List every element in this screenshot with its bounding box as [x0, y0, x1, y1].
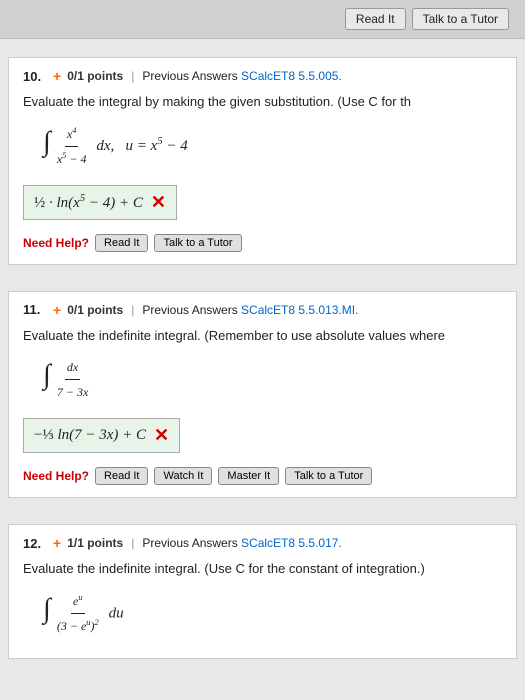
fraction-11: dx 7 − 3x [55, 355, 90, 404]
question-10-integral: ∫ x4 x5 − 4 dx, u = x5 − 4 [43, 122, 502, 171]
question-12-header: 12. + 1/1 points | Previous Answers SCal… [23, 535, 502, 551]
need-help-10: Need Help? Read It Talk to a Tutor [23, 234, 502, 252]
question-11-integral: ∫ dx 7 − 3x [43, 355, 502, 404]
points-12: 1/1 points [67, 536, 123, 550]
answer-box-10: ½ · ln(x5 − 4) + C ✕ [23, 185, 177, 220]
question-10-text: Evaluate the integral by making the give… [23, 92, 502, 112]
prev-answers-12: Previous Answers SCalcET8 5.5.017. [142, 536, 341, 550]
read-it-button-top[interactable]: Read It [345, 8, 406, 30]
question-11-block: 11. + 0/1 points | Previous Answers SCal… [8, 291, 517, 499]
answer-box-11: −⅓ ln(7 − 3x) + C ✕ [23, 418, 180, 453]
fraction-12: eu (3 − eu)2 [55, 589, 101, 638]
course-code-11[interactable]: SCalcET8 5.5.013.MI. [241, 303, 358, 317]
prev-answers-11: Previous Answers SCalcET8 5.5.013.MI. [142, 303, 358, 317]
denominator-12: (3 − eu)2 [55, 614, 101, 638]
wrong-mark-11[interactable]: ✕ [154, 425, 169, 446]
wrong-mark-10[interactable]: ✕ [151, 192, 166, 213]
question-12-number: 12. [23, 536, 47, 551]
points-10: 0/1 points [67, 69, 123, 83]
du-12: du [105, 605, 124, 621]
question-12-block: 12. + 1/1 points | Previous Answers SCal… [8, 524, 517, 659]
top-bar: Read It Talk to a Tutor [0, 0, 525, 39]
question-10-number: 10. [23, 69, 47, 84]
talk-to-tutor-button-10[interactable]: Talk to a Tutor [154, 234, 241, 252]
read-it-button-11[interactable]: Read It [95, 467, 148, 485]
need-help-label-11: Need Help? [23, 469, 89, 483]
question-12-text: Evaluate the indefinite integral. (Use C… [23, 559, 502, 579]
points-11: 0/1 points [67, 303, 123, 317]
course-code-12[interactable]: SCalcET8 5.5.017. [241, 536, 342, 550]
need-help-11: Need Help? Read It Watch It Master It Ta… [23, 467, 502, 485]
dx-10: dx, u = x5 − 4 [93, 138, 188, 154]
answer-text-11: −⅓ ln(7 − 3x) + C [34, 427, 146, 444]
master-it-button-11[interactable]: Master It [218, 467, 279, 485]
integral-sign-11: ∫ [43, 359, 51, 390]
talk-to-tutor-button-top[interactable]: Talk to a Tutor [412, 8, 509, 30]
question-10-header: 10. + 0/1 points | Previous Answers SCal… [23, 68, 502, 84]
question-11-number: 11. [23, 302, 47, 317]
plus-icon-10: + [53, 68, 61, 84]
integral-sign-12: ∫ [43, 593, 51, 624]
fraction-10: x4 x5 − 4 [55, 122, 89, 171]
numerator-11: dx [65, 355, 80, 380]
numerator-12: eu [71, 589, 85, 614]
denominator-11: 7 − 3x [55, 380, 90, 404]
talk-to-tutor-button-11[interactable]: Talk to a Tutor [285, 467, 372, 485]
course-code-10[interactable]: SCalcET8 5.5.005. [241, 69, 342, 83]
plus-icon-11: + [53, 302, 61, 318]
watch-it-button-11[interactable]: Watch It [154, 467, 212, 485]
need-help-label-10: Need Help? [23, 236, 89, 250]
answer-text-10: ½ · ln(x5 − 4) + C [34, 193, 143, 212]
denominator-10: x5 − 4 [55, 147, 89, 171]
question-11-header: 11. + 0/1 points | Previous Answers SCal… [23, 302, 502, 318]
integral-sign-10: ∫ [43, 126, 51, 157]
question-10-block: 10. + 0/1 points | Previous Answers SCal… [8, 57, 517, 265]
read-it-button-10[interactable]: Read It [95, 234, 148, 252]
prev-answers-10: Previous Answers SCalcET8 5.5.005. [142, 69, 341, 83]
question-12-integral: ∫ eu (3 − eu)2 du [43, 589, 502, 638]
numerator-10: x4 [65, 122, 79, 147]
question-11-text: Evaluate the indefinite integral. (Remem… [23, 326, 502, 346]
plus-icon-12: + [53, 535, 61, 551]
